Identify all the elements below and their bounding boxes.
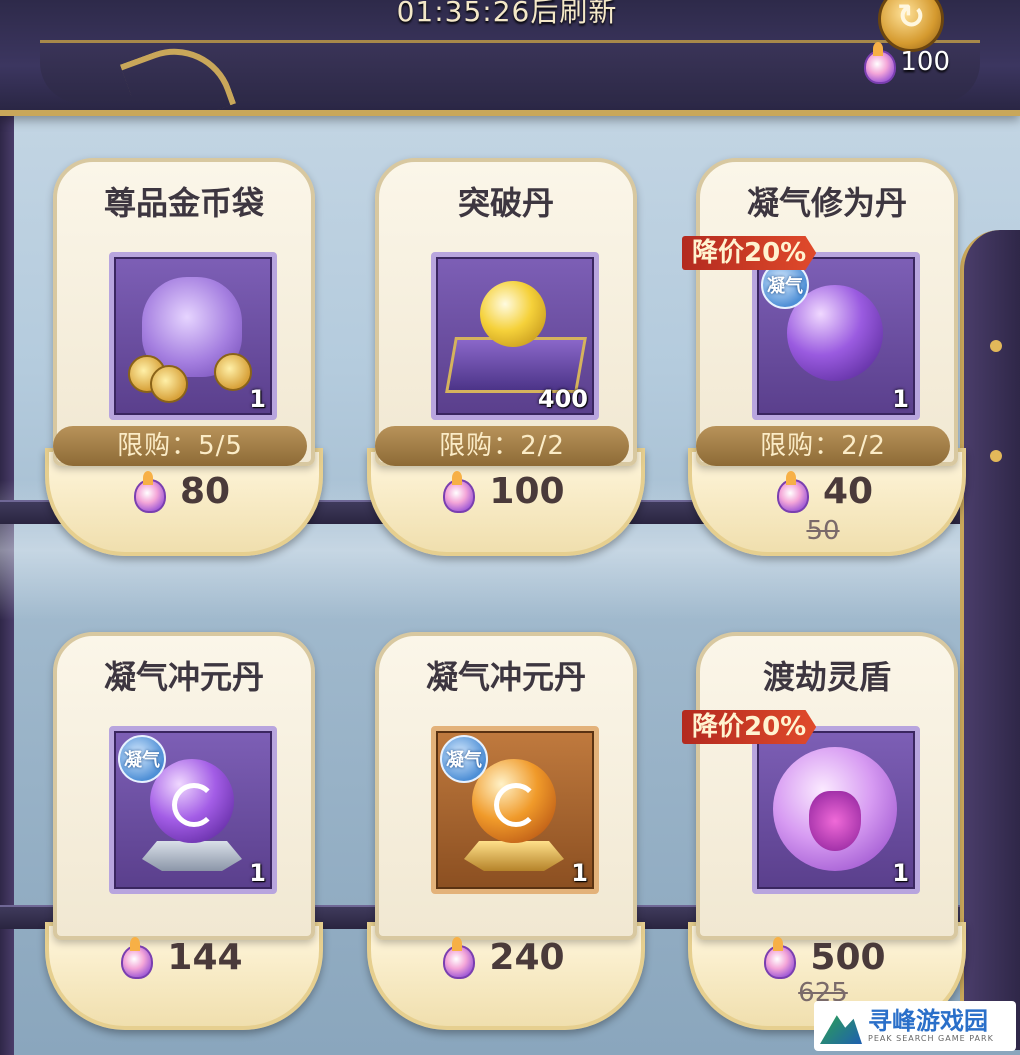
item-name: 凝气冲元丹 [103, 658, 264, 696]
orange-spiral-orb-icon[interactable]: 凝气 1 [431, 726, 599, 894]
coin-art [214, 353, 252, 391]
spirit-gem-icon [130, 471, 166, 513]
spirit-gem-icon [860, 42, 897, 84]
spirit-gem-icon [117, 937, 154, 979]
element-badge: 凝气 [440, 735, 488, 783]
item-quantity: 1 [249, 385, 266, 413]
refresh-timer: 01:35:26后刷新 [396, 0, 618, 28]
golden-pill-icon[interactable]: 400 [431, 252, 599, 420]
watermark-text: 寻峰游戏园 PEAK SEARCH GAME PARK [868, 1008, 994, 1044]
item-name: 凝气冲元丹 [425, 658, 586, 696]
card-panel: 凝气冲元丹 凝气 1 [375, 632, 637, 940]
item-name: 尊品金币袋 [103, 184, 264, 222]
price: 500 [810, 936, 886, 978]
shop-card-3[interactable]: 凝气修为丹 凝气 1 降价20% 限购：2/2 40 50 [682, 158, 966, 558]
coin-art [150, 365, 188, 403]
currency-display: 100 [860, 42, 950, 84]
watermark-sub: PEAK SEARCH GAME PARK [868, 1034, 994, 1043]
card-panel: 凝气修为丹 凝气 1 [696, 158, 958, 466]
orb-art [480, 281, 546, 347]
watermark-main: 寻峰游戏园 [868, 1007, 988, 1035]
card-panel: 渡劫灵盾 1 [696, 632, 958, 940]
price-row: 500 [688, 932, 958, 982]
currency-amount: 100 [900, 47, 950, 77]
spiral-art [494, 783, 538, 827]
item-quantity: 1 [892, 385, 909, 413]
purple-spiral-orb-icon[interactable]: 凝气 1 [109, 726, 277, 894]
spirit-gem-icon [439, 471, 476, 513]
element-badge: 凝气 [118, 735, 166, 783]
stand-art [464, 841, 564, 871]
shop-card-4[interactable]: 凝气冲元丹 凝气 1 144 [45, 632, 323, 1032]
item-name: 凝气修为丹 [746, 184, 907, 222]
price-row: 40 [688, 466, 958, 516]
spirit-shield-icon[interactable]: 1 [752, 726, 920, 894]
stand-art [142, 841, 242, 871]
spirit-gem-icon [760, 937, 797, 979]
frame-stud [990, 340, 1002, 352]
price: 80 [179, 470, 231, 512]
item-name: 渡劫灵盾 [762, 658, 891, 696]
price-row: 144 [45, 932, 315, 982]
price: 240 [489, 936, 565, 978]
item-quantity: 1 [571, 859, 588, 887]
price-row: 100 [367, 466, 637, 516]
purchase-limit: 限购：2/2 [375, 426, 629, 466]
price: 40 [822, 470, 874, 512]
original-price: 50 [806, 516, 840, 546]
purple-orb-icon[interactable]: 凝气 1 [752, 252, 920, 420]
card-panel: 突破丹 400 [375, 158, 637, 466]
shop-card-1[interactable]: 尊品金币袋 1 限购：5/5 80 [45, 158, 323, 558]
site-watermark: 寻峰游戏园 PEAK SEARCH GAME PARK [814, 1001, 1016, 1051]
shop-card-2[interactable]: 突破丹 400 限购：2/2 100 [367, 158, 645, 558]
price: 100 [489, 470, 565, 512]
discount-tag: 降价20% [682, 710, 817, 744]
mountain-logo-icon [820, 1015, 862, 1044]
right-frame [960, 230, 1020, 1050]
coin-bag-icon[interactable]: 1 [109, 252, 277, 420]
price: 144 [167, 936, 243, 978]
item-quantity: 400 [537, 385, 588, 413]
discount-tag: 降价20% [682, 236, 817, 270]
item-quantity: 1 [249, 859, 266, 887]
card-panel: 尊品金币袋 1 [53, 158, 315, 466]
item-quantity: 1 [892, 859, 909, 887]
spiral-art [172, 783, 216, 827]
card-panel: 凝气冲元丹 凝气 1 [53, 632, 315, 940]
purchase-limit: 限购：2/2 [696, 426, 950, 466]
spirit-gem-icon [439, 937, 476, 979]
shop-card-5[interactable]: 凝气冲元丹 凝气 1 240 [367, 632, 645, 1032]
spirit-gem-icon [773, 471, 809, 513]
shield-core-art [809, 791, 861, 851]
purchase-limit: 限购：5/5 [53, 426, 307, 466]
price-row: 80 [45, 466, 315, 516]
shop-card-6[interactable]: 渡劫灵盾 1 降价20% 500 625 [682, 632, 966, 1032]
price-row: 240 [367, 932, 637, 982]
frame-stud [990, 450, 1002, 462]
item-name: 突破丹 [457, 184, 554, 222]
